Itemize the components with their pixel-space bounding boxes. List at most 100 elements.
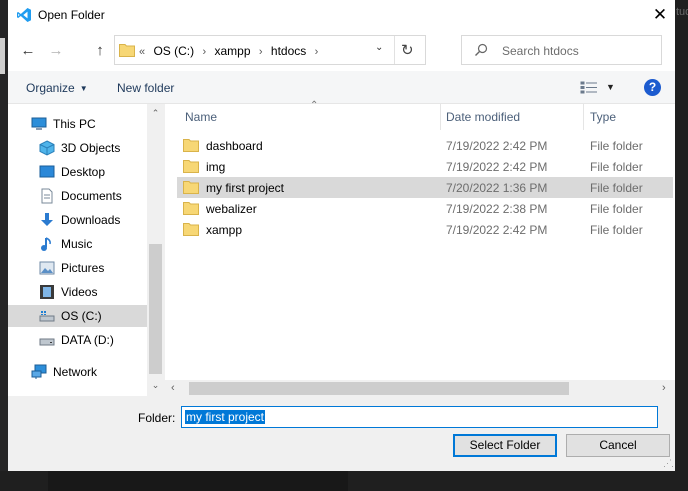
scroll-up-icon[interactable]: ⌃ <box>147 108 164 119</box>
view-dropdown-icon[interactable]: ▼ <box>606 82 615 92</box>
file-date: 7/19/2022 2:42 PM <box>446 223 548 237</box>
drive-d-icon <box>39 338 55 346</box>
sidebar-item-label: Documents <box>61 189 122 203</box>
sidebar-item-label: Network <box>53 365 98 379</box>
documents-icon <box>41 188 53 204</box>
scroll-right-icon[interactable]: › <box>662 382 666 394</box>
search-icon <box>475 43 488 56</box>
file-date: 7/19/2022 2:42 PM <box>446 160 548 174</box>
breadcrumb-xampp[interactable]: xampp <box>215 44 251 58</box>
resize-grip-icon[interactable]: ⋰⋰ <box>663 458 675 469</box>
scroll-down-icon[interactable]: ⌄ <box>147 380 164 391</box>
videos-icon <box>40 285 54 299</box>
forward-button[interactable]: → <box>48 41 64 61</box>
breadcrumb-separator[interactable]: › <box>259 46 263 58</box>
sidebar-item-label: Desktop <box>61 165 106 179</box>
sidebar-item-documents[interactable]: Documents <box>8 185 147 207</box>
breadcrumb-separator[interactable]: › <box>202 46 206 58</box>
file-list: ⌃ Name Date modified Type dashboard 7/19… <box>165 100 675 397</box>
file-name: xampp <box>206 223 243 237</box>
scroll-left-icon[interactable]: ‹ <box>171 382 175 394</box>
organize-label: Organize <box>26 81 75 95</box>
search-placeholder: Search htdocs <box>502 44 579 58</box>
scrollbar-thumb[interactable] <box>189 382 569 395</box>
breadcrumb-overflow[interactable]: « <box>139 46 145 58</box>
sidebar-scrollbar[interactable]: ⌃ ⌄ <box>147 104 164 396</box>
file-name: my first project <box>206 181 285 195</box>
folder-name-field[interactable]: my first project <box>181 406 658 428</box>
sidebar-item-data-d[interactable]: DATA (D:) <box>8 329 147 351</box>
sidebar-item-videos[interactable]: Videos <box>8 281 147 303</box>
chevron-down-icon: ▼ <box>79 84 88 93</box>
sidebar-item-3d-objects[interactable]: 3D Objects <box>8 137 147 159</box>
file-type: File folder <box>590 202 643 216</box>
folder-icon <box>183 181 199 194</box>
folder-icon <box>183 223 199 236</box>
horizontal-scrollbar[interactable]: ‹ › <box>165 380 675 397</box>
breadcrumb-htdocs[interactable]: htdocs <box>271 44 306 58</box>
list-item[interactable]: webalizer 7/19/2022 2:38 PM File folder <box>177 198 673 219</box>
folder-icon <box>183 202 199 215</box>
sidebar-item-os-c[interactable]: OS (C:) <box>8 305 147 327</box>
file-date: 7/19/2022 2:38 PM <box>446 202 548 216</box>
file-type: File folder <box>590 223 643 237</box>
sidebar-item-label: DATA (D:) <box>61 333 114 347</box>
navigation-bar: ← → ↑ « OS (C:) › xampp › htdocs › ⌄ ↻ S… <box>8 31 675 71</box>
cancel-button[interactable]: Cancel <box>566 434 670 457</box>
list-item-selected[interactable]: my first project 7/20/2022 1:36 PM File … <box>177 177 673 198</box>
column-header-name[interactable]: Name <box>185 110 217 124</box>
music-icon <box>41 237 51 251</box>
select-folder-button[interactable]: Select Folder <box>453 434 557 457</box>
file-type: File folder <box>590 139 643 153</box>
new-folder-button[interactable]: New folder <box>117 81 174 95</box>
pictures-icon <box>39 261 55 275</box>
activity-bar-indicator <box>0 38 5 74</box>
file-name: img <box>206 160 226 174</box>
view-options-icon[interactable] <box>580 81 598 94</box>
address-bar[interactable]: « OS (C:) › xampp › htdocs › ⌄ ↻ <box>114 35 426 65</box>
sidebar-item-desktop[interactable]: Desktop <box>8 161 147 183</box>
sidebar-item-label: OS (C:) <box>61 309 102 323</box>
dialog-footer: Folder: my first project Select Folder C… <box>8 396 675 471</box>
file-type: File folder <box>590 160 643 174</box>
sidebar-item-label: 3D Objects <box>61 141 121 155</box>
column-divider[interactable] <box>583 104 584 130</box>
breadcrumb-os-c[interactable]: OS (C:) <box>153 44 194 58</box>
list-item[interactable]: img 7/19/2022 2:42 PM File folder <box>177 156 673 177</box>
back-button[interactable]: ← <box>20 41 36 61</box>
address-divider <box>394 36 395 64</box>
command-bar: Organize ▼ New folder ▼ ? <box>8 71 675 104</box>
file-type: File folder <box>590 181 643 195</box>
up-button[interactable]: ↑ <box>92 41 108 61</box>
sidebar-item-label: Pictures <box>61 261 105 275</box>
sidebar-item-this-pc[interactable]: This PC <box>8 113 147 135</box>
file-date: 7/20/2022 1:36 PM <box>446 181 548 195</box>
refresh-button[interactable]: ↻ <box>401 41 414 59</box>
open-folder-dialog: Open Folder ✕ ← → ↑ « OS (C:) › xampp › … <box>8 0 675 471</box>
editor-background-left <box>0 0 8 491</box>
vscode-logo-icon <box>17 8 31 22</box>
desktop-icon <box>39 165 55 178</box>
sidebar-item-music[interactable]: Music <box>8 233 147 255</box>
list-item[interactable]: dashboard 7/19/2022 2:42 PM File folder <box>177 135 673 156</box>
breadcrumb: « OS (C:) › xampp › htdocs › <box>139 44 323 58</box>
sidebar-item-label: Downloads <box>61 213 121 227</box>
column-header-date-modified[interactable]: Date modified <box>446 110 520 124</box>
column-header-type[interactable]: Type <box>590 110 616 124</box>
organize-button[interactable]: Organize ▼ <box>26 81 88 95</box>
list-item[interactable]: xampp 7/19/2022 2:42 PM File folder <box>177 219 673 240</box>
breadcrumb-separator[interactable]: › <box>315 46 319 58</box>
editor-background-bottom <box>0 471 688 491</box>
close-button[interactable]: ✕ <box>649 3 671 27</box>
sidebar-item-network[interactable]: Network <box>8 361 147 383</box>
background-panel <box>48 471 348 491</box>
column-divider[interactable] <box>440 104 441 130</box>
sidebar-item-label: Music <box>61 237 93 251</box>
window-title: Open Folder <box>38 8 105 22</box>
sidebar-item-downloads[interactable]: Downloads <box>8 209 147 231</box>
search-input[interactable]: Search htdocs <box>461 35 662 65</box>
scrollbar-thumb[interactable] <box>149 244 162 374</box>
sidebar-item-pictures[interactable]: Pictures <box>8 257 147 279</box>
address-dropdown-icon[interactable]: ⌄ <box>375 42 383 53</box>
help-icon[interactable]: ? <box>644 79 661 96</box>
